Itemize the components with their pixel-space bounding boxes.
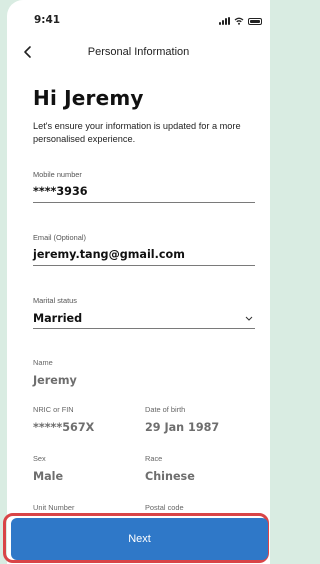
mobile-field[interactable]: ****3936 [33, 185, 88, 198]
page-title: Personal Information [87, 46, 190, 58]
sex-value: Male [33, 470, 64, 483]
mobile-underline [33, 202, 255, 203]
name-value: Jeremy [33, 374, 77, 387]
sex-label: Sex [33, 454, 46, 463]
status-bar: 9:41 [7, 0, 270, 36]
marital-status-label: Marital status [33, 296, 77, 305]
greeting-heading: Hi Jeremy [33, 86, 144, 110]
name-label: Name [33, 358, 53, 367]
dob-label: Date of birth [145, 405, 186, 414]
nric-label: NRIC or FIN [33, 405, 74, 414]
phone-screen: 9:41 Personal Information Hi Jeremy Let'… [7, 0, 270, 564]
marital-status-select[interactable]: Married [33, 312, 82, 325]
status-time: 9:41 [34, 14, 61, 26]
email-label: Email (Optional) [33, 233, 86, 242]
marital-status-underline [33, 328, 255, 329]
nric-value: *****567X [33, 421, 95, 434]
nav-bar: Personal Information [7, 36, 270, 70]
battery-icon [248, 17, 262, 25]
race-label: Race [145, 454, 163, 463]
email-underline [33, 265, 255, 266]
system-icons [219, 16, 262, 26]
greeting-subtitle: Let's ensure your information is updated… [33, 121, 241, 144]
signal-icon [219, 17, 230, 25]
next-button[interactable]: Next [11, 518, 268, 560]
mobile-label: Mobile number [33, 170, 82, 179]
chevron-down-icon[interactable] [245, 316, 253, 321]
dob-value: 29 Jan 1987 [145, 421, 220, 434]
wifi-icon [234, 17, 244, 25]
email-field[interactable]: jeremy.tang@gmail.com [33, 248, 185, 261]
race-value: Chinese [145, 470, 195, 483]
